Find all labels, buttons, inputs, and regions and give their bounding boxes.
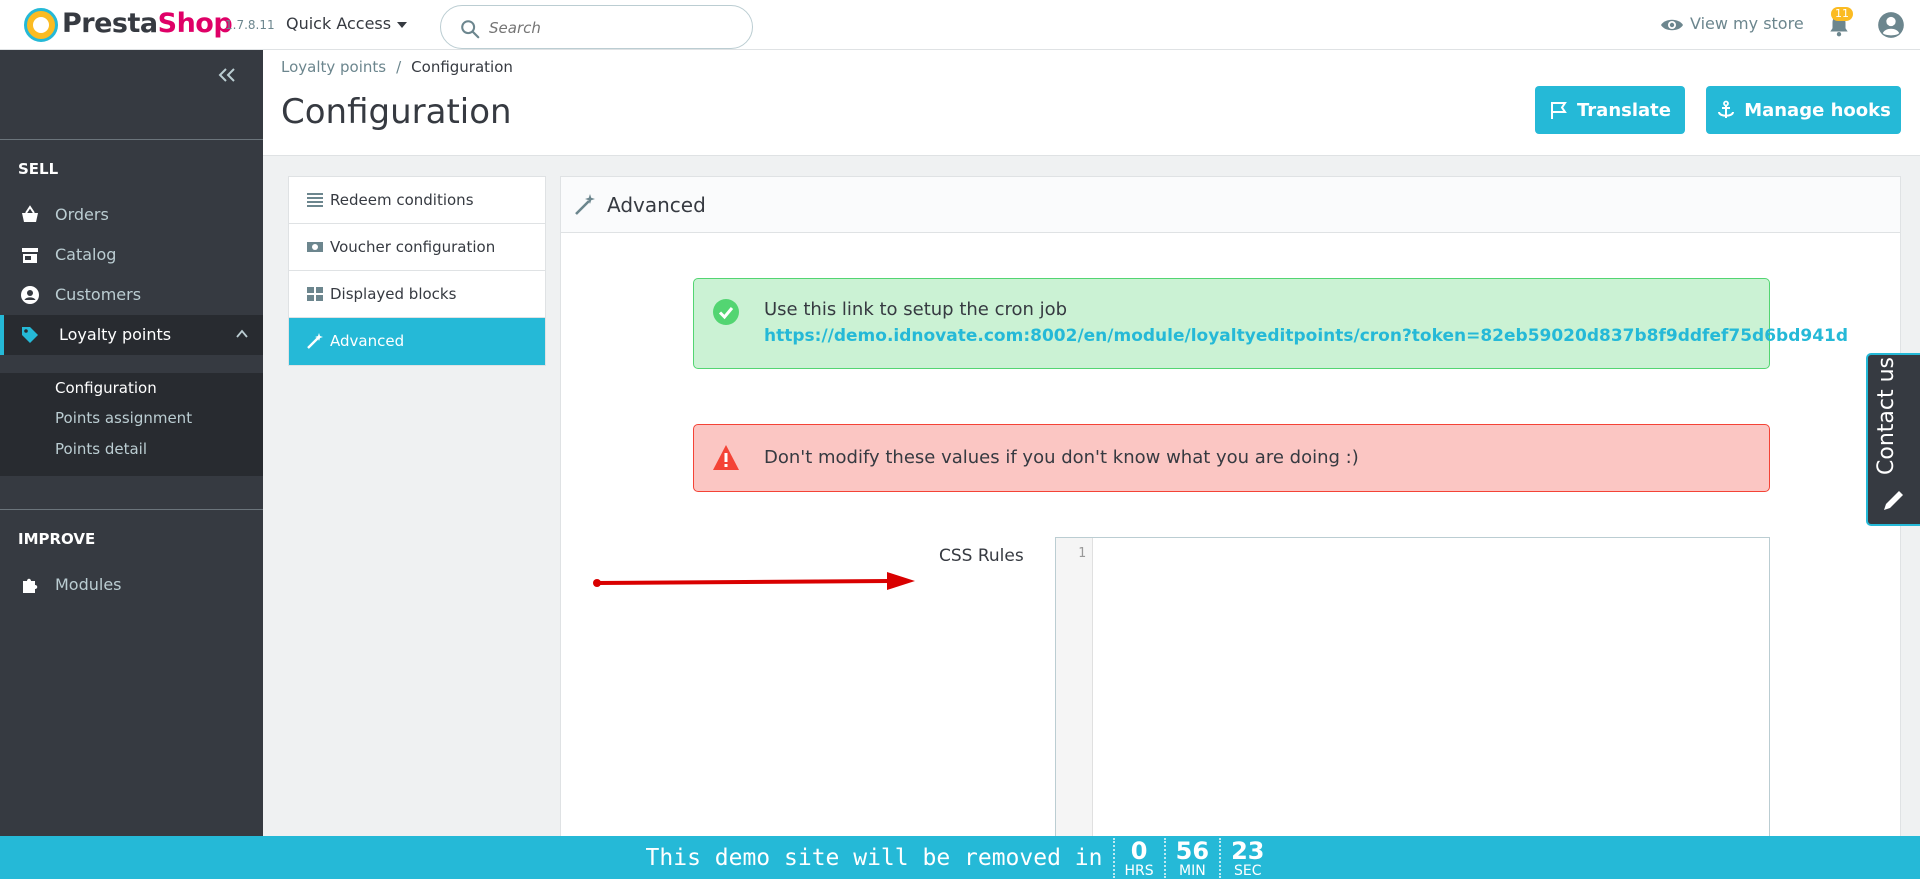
line-number: 1 xyxy=(1078,546,1086,561)
css-rules-editor[interactable]: 1 xyxy=(1055,537,1770,879)
breadcrumb: Loyalty points / Configuration xyxy=(281,58,513,76)
tab-advanced[interactable]: Advanced xyxy=(289,318,545,365)
translate-button[interactable]: Translate xyxy=(1535,86,1685,134)
tab-label: Displayed blocks xyxy=(330,285,457,303)
prestashop-logo[interactable] xyxy=(24,8,58,42)
sidebar-item-label: Loyalty points xyxy=(59,325,172,344)
countdown-seconds: 23 SEC xyxy=(1219,836,1274,879)
puzzle-icon xyxy=(23,578,38,593)
red-arrow-annotation xyxy=(593,572,915,590)
panel-header: Advanced xyxy=(561,177,1900,233)
config-tabs: Redeem conditions Voucher configuration … xyxy=(288,176,546,366)
demo-countdown-bar: This demo site will be removed in 0 HRS … xyxy=(0,836,1920,879)
eye-icon xyxy=(1661,19,1683,30)
chevron-up-icon xyxy=(236,329,248,338)
cron-job-link[interactable]: https://demo.idnovate.com:8002/en/module… xyxy=(764,326,1848,346)
submenu-item-points-detail[interactable]: Points detail xyxy=(55,440,147,458)
magic-wand-icon xyxy=(575,194,595,215)
contact-us-label: Contact us xyxy=(1874,357,1899,475)
sidebar-item-label: Orders xyxy=(55,205,109,224)
countdown-hours-value: 0 xyxy=(1130,836,1148,865)
pencil-icon xyxy=(1884,491,1903,510)
view-my-store-link[interactable]: View my store xyxy=(1660,14,1804,33)
brand-name[interactable]: PrestaShop xyxy=(62,8,233,39)
section-title-improve: IMPROVE xyxy=(18,530,96,548)
version-label: 1.7.8.11 xyxy=(225,18,275,32)
submenu-item-points-assignment[interactable]: Points assignment xyxy=(55,409,192,427)
countdown-minutes-unit: MIN xyxy=(1179,862,1206,879)
anchor-icon xyxy=(1718,100,1735,118)
tab-label: Voucher configuration xyxy=(330,238,496,256)
breadcrumb-current: Configuration xyxy=(411,58,513,76)
money-icon xyxy=(307,242,323,252)
sidebar-item-label: Catalog xyxy=(55,245,117,264)
search-box[interactable] xyxy=(440,5,753,49)
countdown-hours: 0 HRS xyxy=(1112,836,1164,879)
contact-us-tab[interactable]: Contact us xyxy=(1866,353,1920,526)
countdown-seconds-unit: SEC xyxy=(1234,862,1262,879)
view-store-label: View my store xyxy=(1690,14,1804,33)
success-alert-text: Use this link to setup the cron job xyxy=(764,299,1068,320)
sidebar-item-label: Modules xyxy=(55,575,122,594)
sidebar-item-modules[interactable]: Modules xyxy=(0,565,263,605)
caret-down-icon xyxy=(397,21,408,28)
account-circle-icon xyxy=(21,286,39,304)
success-alert: Use this link to setup the cron job http… xyxy=(693,278,1848,369)
quick-access-dropdown[interactable]: Quick Access xyxy=(286,14,408,33)
grid-icon xyxy=(307,287,323,301)
sidebar-item-customers[interactable]: Customers xyxy=(0,275,263,315)
sidebar-item-loyalty-points[interactable]: Loyalty points xyxy=(0,315,263,355)
section-title-sell: SELL xyxy=(18,160,59,178)
tab-redeem-conditions[interactable]: Redeem conditions xyxy=(289,177,545,224)
store-icon xyxy=(22,248,38,263)
tab-label: Redeem conditions xyxy=(330,191,474,209)
advanced-panel: Advanced Use this link to setup the cron… xyxy=(560,176,1901,879)
translate-button-label: Translate xyxy=(1577,99,1671,121)
panel-title: Advanced xyxy=(607,193,706,217)
quick-access-label: Quick Access xyxy=(286,14,392,33)
loyalty-submenu: Configuration Points assignment Points d… xyxy=(0,373,263,476)
sidebar-divider xyxy=(0,509,263,510)
css-rules-label: CSS Rules xyxy=(939,546,1024,566)
list-icon xyxy=(307,193,323,207)
page-title: Configuration xyxy=(281,92,512,132)
danger-alert-text: Don't modify these values if you don't k… xyxy=(764,447,1359,468)
submenu-item-configuration[interactable]: Configuration xyxy=(55,379,157,397)
search-icon xyxy=(461,20,480,39)
editor-gutter: 1 xyxy=(1056,538,1093,879)
warning-icon xyxy=(713,445,739,470)
countdown-minutes-value: 56 xyxy=(1175,836,1210,865)
brand-presta: Presta xyxy=(62,8,158,39)
sidebar-item-orders[interactable]: Orders xyxy=(0,195,263,235)
magic-wand-icon xyxy=(307,333,323,349)
countdown-hours-unit: HRS xyxy=(1124,862,1154,879)
sidebar-divider xyxy=(0,139,263,140)
sidebar-item-label: Customers xyxy=(55,285,142,304)
sidebar-item-catalog[interactable]: Catalog xyxy=(0,235,263,275)
danger-alert: Don't modify these values if you don't k… xyxy=(693,424,1770,492)
brand-shop: Shop xyxy=(157,8,233,39)
manage-hooks-button-label: Manage hooks xyxy=(1744,99,1891,121)
breadcrumb-separator: / xyxy=(396,58,402,76)
demo-message: This demo site will be removed in xyxy=(645,844,1103,871)
sidebar: SELL Orders Catalog Customers Loyalty po… xyxy=(0,50,263,879)
check-circle-icon xyxy=(713,299,739,325)
collapse-sidebar-icon[interactable] xyxy=(216,66,238,84)
top-header: PrestaShop 1.7.8.11 Quick Access View my… xyxy=(0,0,1920,50)
shopping-basket-icon xyxy=(22,205,38,222)
search-input[interactable] xyxy=(489,16,739,40)
notification-badge: 11 xyxy=(1831,7,1853,21)
breadcrumb-parent-link[interactable]: Loyalty points xyxy=(281,58,386,76)
countdown-minutes: 56 MIN xyxy=(1163,836,1219,879)
countdown-seconds-value: 23 xyxy=(1231,836,1265,865)
tag-icon xyxy=(22,327,38,343)
flag-icon xyxy=(1551,102,1567,119)
tab-label: Advanced xyxy=(330,332,405,350)
tab-displayed-blocks[interactable]: Displayed blocks xyxy=(289,271,545,318)
tab-voucher-configuration[interactable]: Voucher configuration xyxy=(289,224,545,271)
user-avatar-icon[interactable] xyxy=(1877,11,1905,39)
manage-hooks-button[interactable]: Manage hooks xyxy=(1706,86,1901,134)
page-header: Loyalty points / Configuration Configurati… xyxy=(263,50,1920,156)
